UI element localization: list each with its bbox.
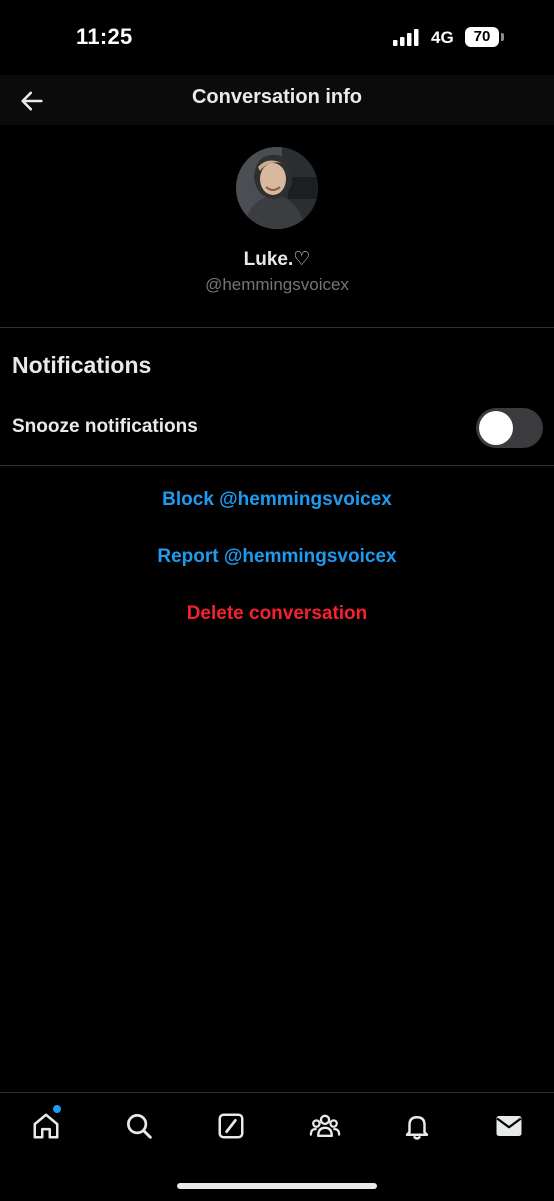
toggle-knob: [479, 411, 513, 445]
nav-messages[interactable]: [494, 1111, 524, 1141]
user-handle: @hemmingsvoicex: [205, 275, 349, 294]
avatar[interactable]: [236, 147, 318, 229]
status-bar: 11:25 4G 70: [0, 0, 554, 75]
home-icon: [33, 1113, 59, 1139]
battery-icon: 70: [465, 27, 499, 47]
search-icon: [127, 1114, 152, 1139]
notifications-section: Notifications Snooze notifications: [0, 328, 554, 466]
delete-conversation-button[interactable]: Delete conversation: [0, 603, 554, 625]
home-indicator: [177, 1183, 377, 1189]
notifications-bell-icon: [405, 1116, 429, 1140]
battery-cap: [501, 33, 504, 41]
nav-home[interactable]: [31, 1111, 61, 1141]
page-title: Conversation info: [191, 86, 362, 108]
display-name[interactable]: Luke.♡: [0, 248, 554, 271]
status-time: 11:25: [76, 24, 133, 49]
home-unread-dot: [53, 1105, 61, 1113]
nav-grok[interactable]: [216, 1111, 246, 1141]
snooze-notifications-toggle[interactable]: [476, 408, 543, 448]
notifications-heading: Notifications: [12, 352, 152, 378]
grok-icon: [218, 1113, 244, 1139]
nav-search[interactable]: [124, 1111, 154, 1141]
profile-section: Luke.♡ @hemmingsvoicex: [0, 125, 554, 328]
header-bar: Conversation info: [0, 75, 554, 125]
network-type: 4G: [431, 28, 454, 47]
nav-communities[interactable]: [309, 1111, 341, 1141]
avatar-photo: [236, 147, 318, 229]
messages-mail-icon: [496, 1116, 522, 1136]
snooze-notifications-label: Snooze notifications: [12, 416, 198, 437]
communities-icon: [309, 1114, 341, 1138]
nav-notifications[interactable]: [402, 1111, 432, 1141]
report-user-button[interactable]: Report @hemmingsvoicex: [0, 546, 554, 568]
cellular-signal-icon: [393, 29, 419, 46]
block-user-button[interactable]: Block @hemmingsvoicex: [0, 489, 554, 511]
